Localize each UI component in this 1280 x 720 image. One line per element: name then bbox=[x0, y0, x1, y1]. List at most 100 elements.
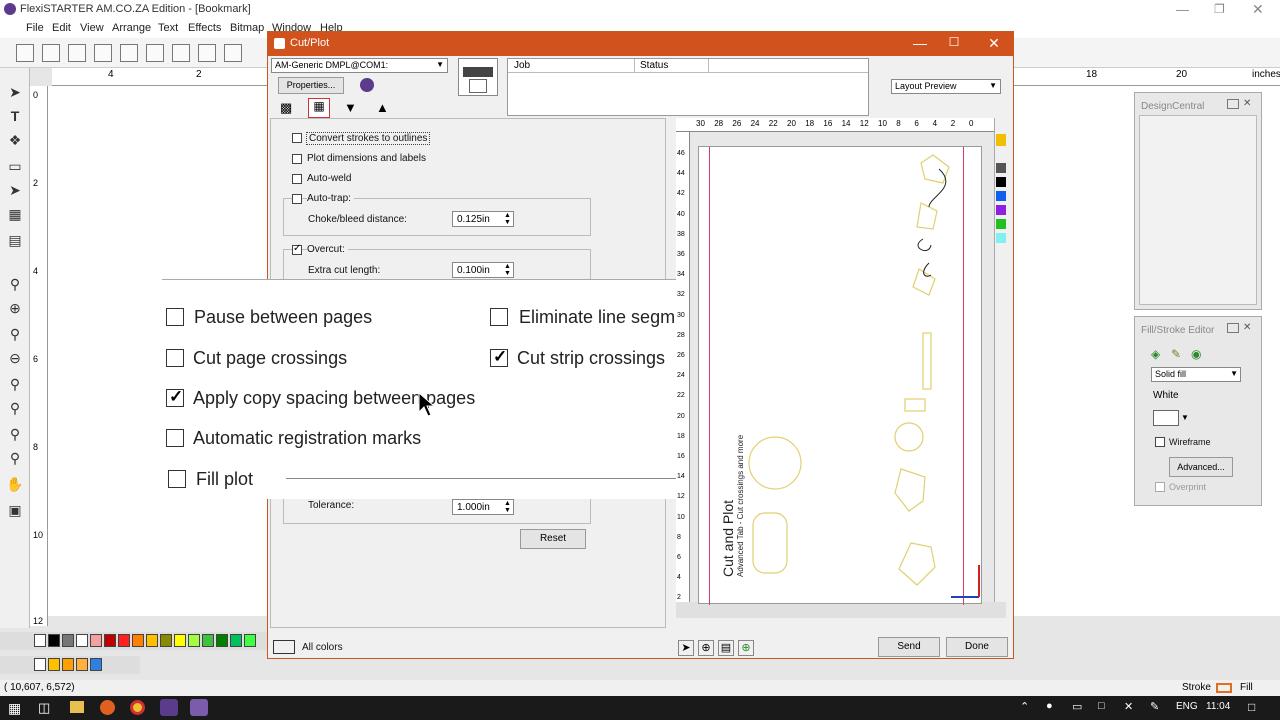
clock[interactable]: 11:04 bbox=[1206, 701, 1230, 712]
print-icon[interactable] bbox=[146, 44, 164, 62]
auto-weld-checkbox[interactable] bbox=[292, 174, 302, 184]
palette-swatch[interactable] bbox=[90, 658, 102, 671]
rectangle-tool-icon[interactable]: ▭ bbox=[5, 156, 25, 176]
device-select[interactable]: AM-Generic DMPL@COM1: ▼ bbox=[271, 58, 448, 73]
stroke-swatch[interactable] bbox=[1216, 683, 1232, 693]
palette-swatch[interactable] bbox=[132, 634, 144, 647]
firefox-icon[interactable] bbox=[100, 700, 115, 715]
file-explorer-icon[interactable] bbox=[70, 701, 84, 713]
column-header-job[interactable]: Job bbox=[514, 60, 530, 71]
palette-swatch[interactable] bbox=[160, 634, 172, 647]
menu-view[interactable]: View bbox=[80, 22, 104, 34]
language-indicator[interactable]: ENG bbox=[1176, 701, 1198, 712]
advanced-button[interactable]: Advanced... bbox=[1169, 457, 1233, 477]
tab-advanced-icon[interactable]: ▦ bbox=[308, 98, 330, 118]
palette-swatch[interactable] bbox=[244, 634, 256, 647]
convert-strokes-checkbox[interactable] bbox=[292, 133, 302, 143]
pen-icon[interactable]: ✎ bbox=[1171, 347, 1181, 361]
send-icon[interactable] bbox=[198, 44, 216, 62]
color-swatch-button[interactable] bbox=[1153, 410, 1179, 426]
palette-swatch[interactable] bbox=[146, 634, 158, 647]
task-view-icon[interactable]: ◫ bbox=[38, 700, 50, 716]
panel-dock-icon[interactable] bbox=[1227, 99, 1239, 109]
all-colors-icon[interactable] bbox=[273, 640, 295, 654]
preview-select-tool-icon[interactable]: ➤ bbox=[678, 640, 694, 656]
flexi-icon[interactable] bbox=[160, 699, 178, 716]
new-file-icon[interactable] bbox=[16, 44, 34, 62]
export-icon[interactable] bbox=[120, 44, 138, 62]
select-tool-icon[interactable]: ➤ bbox=[5, 82, 25, 102]
palette-swatch[interactable] bbox=[76, 658, 88, 671]
flexi-production-icon[interactable] bbox=[190, 699, 208, 716]
import-icon[interactable] bbox=[94, 44, 112, 62]
preview-zoom-icon[interactable]: ⊕ bbox=[698, 640, 714, 656]
cut-plot-icon[interactable] bbox=[172, 44, 190, 62]
overcut-checkbox[interactable]: ✓ bbox=[292, 243, 302, 255]
preview-fit-icon[interactable]: ▤ bbox=[718, 640, 734, 656]
pause-between-pages-checkbox[interactable] bbox=[166, 308, 184, 326]
menu-edit[interactable]: Edit bbox=[52, 22, 71, 34]
grid-tool-icon[interactable]: ▦ bbox=[5, 204, 25, 224]
cut-page-crossings-checkbox[interactable] bbox=[166, 349, 184, 367]
color-tool-icon[interactable]: ▣ bbox=[5, 500, 25, 520]
palette-swatch[interactable] bbox=[174, 634, 186, 647]
zoom-all-icon[interactable]: ⚲ bbox=[5, 398, 25, 418]
preview-area[interactable]: Cut and Plot Advanced Tab - Cut crossing… bbox=[690, 132, 994, 605]
windows-start-icon[interactable]: ▦ bbox=[8, 700, 21, 717]
stepper-icon[interactable]: ▲ ▼ bbox=[504, 212, 511, 226]
palette-swatch[interactable] bbox=[188, 634, 200, 647]
auto-trap-checkbox[interactable] bbox=[292, 194, 302, 204]
palette-swatch[interactable] bbox=[34, 658, 46, 671]
stroke-icon[interactable]: ◉ bbox=[1191, 347, 1201, 361]
zoom-in-icon[interactable]: ⊕ bbox=[5, 298, 25, 318]
panel-dock-icon[interactable] bbox=[1227, 323, 1239, 333]
minimize-icon[interactable]: — bbox=[1176, 2, 1189, 17]
menu-file[interactable]: File bbox=[26, 22, 44, 34]
node-tool-icon[interactable]: ➤ bbox=[5, 180, 25, 200]
maximize-icon[interactable]: ☐ bbox=[944, 35, 964, 49]
menu-arrange[interactable]: Arrange bbox=[112, 22, 151, 34]
zoom-out-icon[interactable]: ⊖ bbox=[5, 348, 25, 368]
scissors-icon[interactable] bbox=[224, 44, 242, 62]
measure-tool-icon[interactable]: ▤ bbox=[5, 230, 25, 250]
palette-swatch[interactable] bbox=[104, 634, 116, 647]
zoom-page-icon[interactable]: ⚲ bbox=[5, 324, 25, 344]
notification-icon[interactable]: □ bbox=[1248, 700, 1255, 714]
microphone-icon[interactable]: ● bbox=[1046, 700, 1053, 712]
menu-bitmap[interactable]: Bitmap bbox=[230, 22, 264, 34]
panel-close-icon[interactable]: ✕ bbox=[1243, 98, 1251, 109]
zoom-actual-icon[interactable]: ⚲ bbox=[5, 448, 25, 468]
close-icon[interactable]: ✕ bbox=[984, 35, 1004, 52]
palette-swatch[interactable] bbox=[202, 634, 214, 647]
pen-icon[interactable]: ✎ bbox=[1150, 700, 1159, 713]
volume-icon[interactable]: ✕ bbox=[1124, 700, 1133, 713]
open-file-icon[interactable] bbox=[42, 44, 60, 62]
tab-general-icon[interactable]: ▩ bbox=[280, 100, 292, 116]
palette-swatch[interactable] bbox=[62, 634, 74, 647]
palette-swatch[interactable] bbox=[62, 658, 74, 671]
tab-options-icon[interactable]: ▲ bbox=[376, 100, 389, 115]
chrome-icon[interactable] bbox=[130, 700, 145, 715]
fill-plot-checkbox[interactable] bbox=[168, 470, 186, 488]
shape-tool-icon[interactable]: ❖ bbox=[5, 130, 25, 150]
menu-effects[interactable]: Effects bbox=[188, 22, 221, 34]
save-icon[interactable] bbox=[68, 44, 86, 62]
cut-strip-crossings-checkbox[interactable]: ✓ bbox=[490, 347, 508, 367]
palette-swatch[interactable] bbox=[118, 634, 130, 647]
battery-icon[interactable]: ▭ bbox=[1072, 700, 1082, 713]
zoom-fit-icon[interactable]: ⚲ bbox=[5, 424, 25, 444]
reset-button[interactable]: Reset bbox=[520, 529, 586, 549]
eliminate-line-segments-checkbox[interactable] bbox=[490, 308, 508, 326]
palette-swatch[interactable] bbox=[216, 634, 228, 647]
panel-close-icon[interactable]: ✕ bbox=[1243, 322, 1251, 333]
stepper-icon[interactable]: ▲ ▼ bbox=[504, 263, 511, 277]
tab-tiling-icon[interactable]: ▼ bbox=[344, 100, 357, 115]
zoom-select-icon[interactable]: ⚲ bbox=[5, 374, 25, 394]
apply-copy-spacing-checkbox[interactable]: ✓ bbox=[166, 387, 184, 407]
palette-swatch[interactable] bbox=[76, 634, 88, 647]
palette-swatch[interactable] bbox=[90, 634, 102, 647]
minimize-icon[interactable]: — bbox=[910, 35, 930, 51]
send-button[interactable]: Send bbox=[878, 637, 940, 657]
network-icon[interactable]: □ bbox=[1098, 700, 1105, 712]
pan-hand-icon[interactable]: ✋ bbox=[5, 474, 25, 494]
